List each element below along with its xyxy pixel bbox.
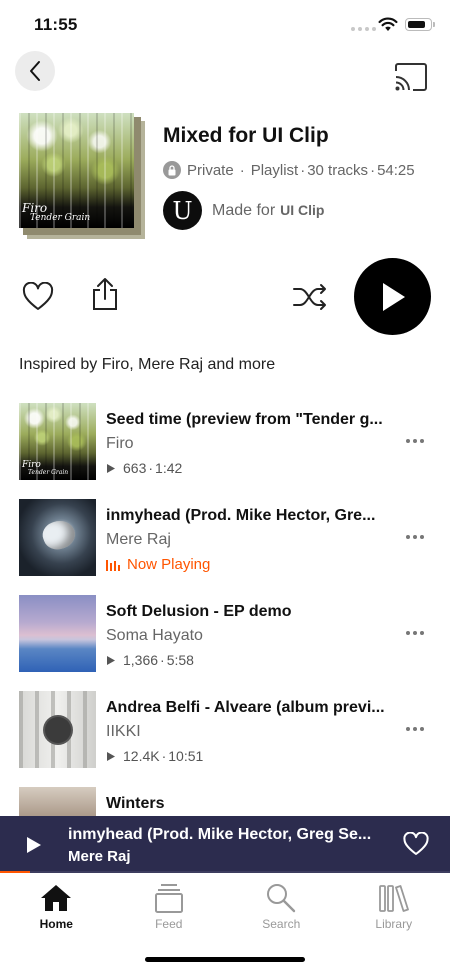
play-count: 663 — [123, 460, 147, 476]
made-for-row[interactable]: U Made for UI Clip — [163, 191, 324, 230]
tab-bar: Home Feed Search Library — [0, 873, 450, 943]
status-bar: 11:55 — [0, 0, 450, 48]
now-playing-label: Now Playing — [127, 556, 211, 573]
privacy-label: Private — [187, 161, 234, 179]
now-playing-indicator: Now Playing — [106, 556, 210, 573]
play-icon — [382, 282, 405, 311]
playlist-cover: Firo Tender Grain — [19, 113, 134, 228]
playlist-artwork: Firo Tender Grain — [19, 113, 147, 239]
chevron-left-icon — [30, 61, 40, 81]
lock-icon — [163, 161, 181, 179]
more-options-button[interactable] — [406, 631, 428, 637]
track-artist: Firo — [106, 435, 134, 452]
track-title: Seed time (preview from "Tender g... — [106, 411, 383, 428]
status-time: 11:55 — [34, 15, 78, 34]
like-button[interactable] — [22, 282, 54, 312]
track-duration: 1:42 — [155, 460, 183, 476]
track-artist: Soma Hayato — [106, 627, 203, 644]
mini-player-artist: Mere Raj — [68, 848, 131, 865]
track-title: Andrea Belfi - Alveare (album previ... — [106, 699, 385, 716]
made-for-label: Made for — [212, 201, 276, 219]
tab-search[interactable]: Search — [225, 873, 338, 943]
tab-label: Home — [39, 917, 73, 931]
mini-like-button[interactable] — [403, 832, 429, 856]
tab-label: Feed — [155, 917, 183, 931]
cover-signature: Firo Tender Grain — [22, 201, 91, 223]
mini-play-button[interactable] — [26, 836, 42, 854]
tab-label: Search — [262, 917, 301, 931]
tab-home[interactable]: Home — [0, 873, 113, 943]
track-title: inmyhead (Prod. Mike Hector, Gre... — [106, 507, 376, 524]
play-button[interactable] — [354, 258, 431, 335]
more-options-button[interactable] — [406, 727, 428, 733]
feed-icon — [154, 884, 183, 913]
track-row[interactable]: Soft Delusion - EP demo Soma Hayato 1,36… — [0, 595, 450, 691]
track-duration: 10:51 — [168, 748, 204, 764]
shuffle-button[interactable] — [292, 283, 328, 311]
track-title: Soft Delusion - EP demo — [106, 603, 292, 620]
home-icon — [41, 885, 72, 911]
track-count: 30 tracks — [307, 161, 369, 179]
avatar: U — [163, 191, 202, 230]
track-row[interactable]: Winters — [0, 787, 450, 816]
track-artwork: Firo Tender Grain — [19, 403, 96, 480]
home-indicator — [145, 957, 305, 962]
meta-separator: · — [370, 161, 376, 179]
play-count-icon — [107, 655, 115, 665]
tab-library[interactable]: Library — [338, 873, 450, 943]
equalizer-icon — [106, 559, 120, 571]
track-row[interactable]: Firo Tender Grain Seed time (preview fro… — [0, 403, 450, 499]
cast-icon[interactable] — [393, 62, 429, 92]
play-count-icon — [107, 751, 115, 761]
more-options-button[interactable] — [406, 535, 428, 541]
playlist-meta: Private · Playlist · 30 tracks · 54:25 — [163, 161, 415, 179]
track-title: Winters — [106, 795, 165, 812]
mini-player[interactable]: inmyhead (Prod. Mike Hector, Greg Se... … — [0, 816, 450, 873]
more-options-button[interactable] — [406, 439, 428, 445]
playlist-title: Mixed for UI Clip — [163, 124, 329, 147]
tab-feed[interactable]: Feed — [113, 873, 226, 943]
inspired-by-text: Inspired by Firo, Mere Raj and more — [19, 356, 276, 373]
track-artwork — [19, 787, 96, 816]
battery-icon — [405, 18, 435, 31]
track-artwork — [19, 499, 96, 576]
meta-separator: · — [239, 161, 245, 179]
playlist-duration: 54:25 — [377, 161, 415, 179]
track-artwork — [19, 691, 96, 768]
back-button[interactable] — [15, 51, 55, 91]
track-row[interactable]: inmyhead (Prod. Mike Hector, Gre... Mere… — [0, 499, 450, 595]
tab-label: Library — [375, 917, 413, 931]
wifi-icon — [378, 17, 398, 31]
made-for-user: UI Clip — [280, 201, 325, 218]
track-artist: IIKKI — [106, 723, 141, 740]
track-row[interactable]: Andrea Belfi - Alveare (album previ... I… — [0, 691, 450, 787]
meta-separator: · — [300, 161, 306, 179]
library-icon — [378, 885, 409, 912]
mini-player-title: inmyhead (Prod. Mike Hector, Greg Se... — [68, 826, 372, 843]
track-stats: 663 · 1:42 — [106, 460, 182, 476]
track-stats: 1,366 · 5:58 — [106, 652, 194, 668]
playlist-type: Playlist — [250, 161, 299, 179]
search-icon — [267, 884, 296, 913]
play-count: 12.4K — [123, 748, 160, 764]
track-stats: 12.4K · 10:51 — [106, 748, 203, 764]
track-artist: Mere Raj — [106, 531, 171, 548]
track-duration: 5:58 — [166, 652, 194, 668]
share-button[interactable] — [90, 277, 120, 311]
track-artwork — [19, 595, 96, 672]
signal-icon — [351, 27, 376, 31]
play-count: 1,366 — [123, 652, 159, 668]
play-count-icon — [107, 463, 115, 473]
